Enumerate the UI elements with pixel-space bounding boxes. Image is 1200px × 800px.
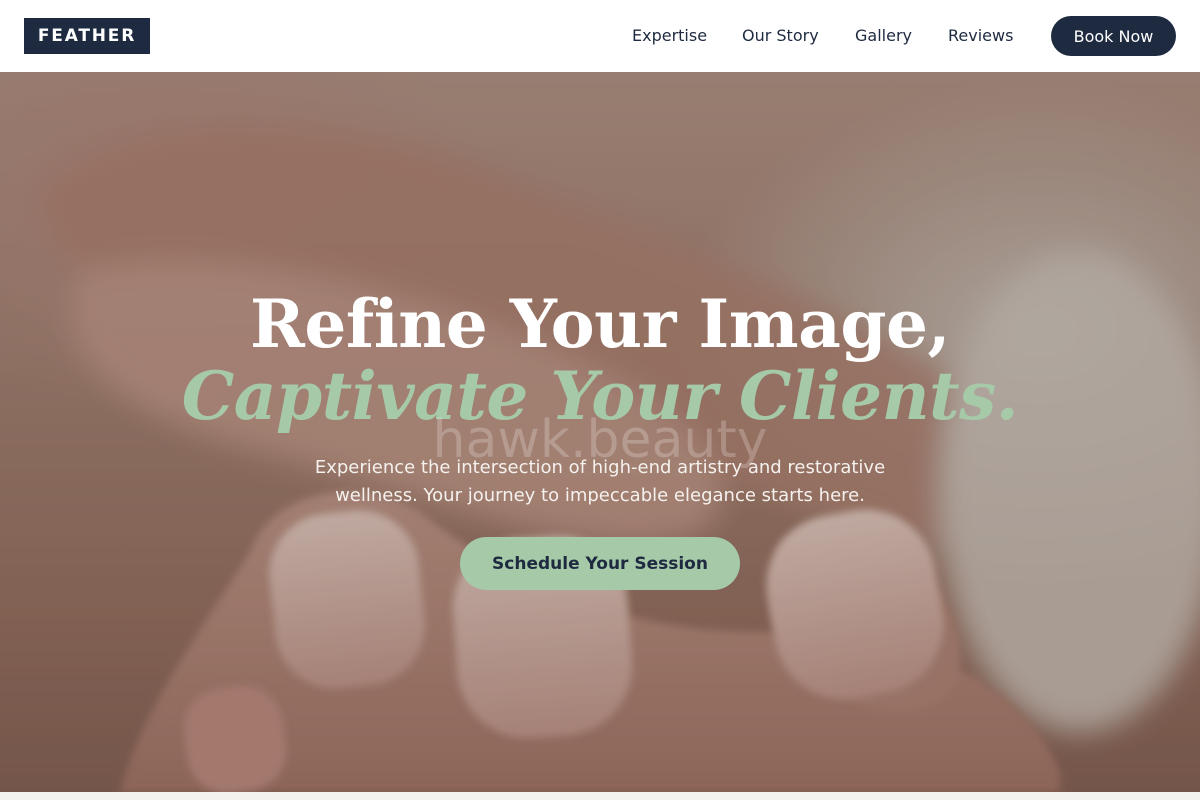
schedule-session-button[interactable]: Schedule Your Session: [460, 537, 740, 590]
nav-link-our-story[interactable]: Our Story: [742, 25, 819, 47]
nav-link-gallery[interactable]: Gallery: [855, 25, 912, 47]
nav-link-reviews[interactable]: Reviews: [948, 25, 1013, 47]
hero-subtitle: Experience the intersection of high-end …: [314, 457, 886, 506]
logo[interactable]: FEATHER: [24, 18, 150, 54]
hero-section: Refine Your Image, Captivate Your Client…: [0, 72, 1200, 792]
book-now-button[interactable]: Book Now: [1051, 16, 1176, 56]
nav-link-expertise[interactable]: Expertise: [632, 25, 707, 47]
hero-headline-primary: Refine Your Image,: [250, 285, 950, 363]
page-bottom-strip: [0, 792, 1200, 800]
site-header: FEATHER Expertise Our Story Gallery Revi…: [0, 0, 1200, 72]
